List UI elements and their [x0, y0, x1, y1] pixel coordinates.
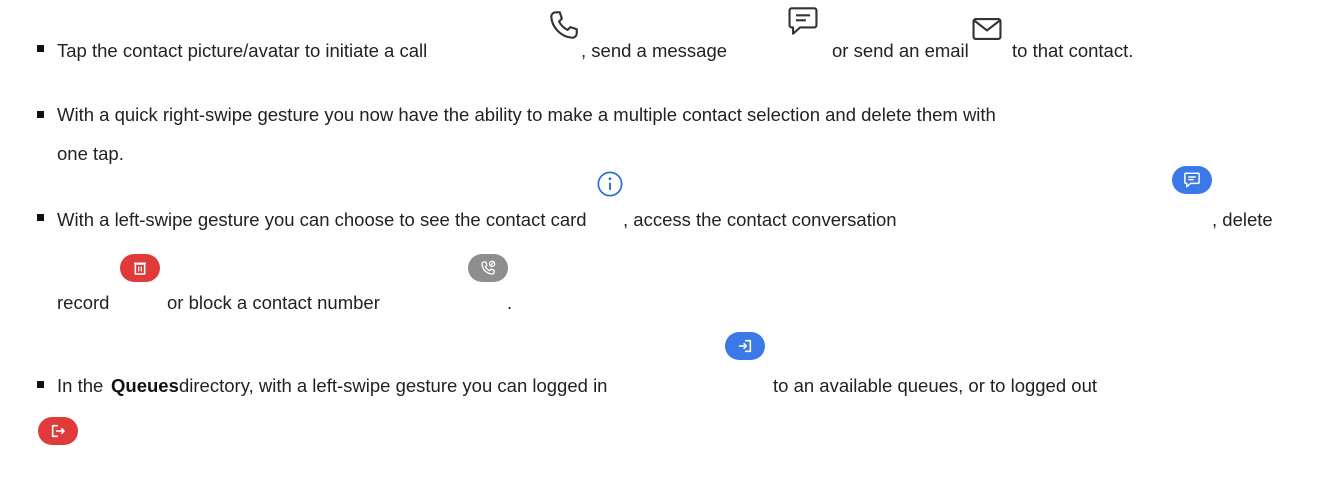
text: Tap the contact picture/avatar to initia…: [57, 40, 428, 61]
text: .: [507, 292, 513, 313]
text: In the: [57, 375, 104, 396]
text: With a quick right-swipe gesture you now…: [57, 104, 996, 125]
text: one tap.: [57, 143, 124, 164]
text: to an available queues, or to logged out: [773, 375, 1097, 396]
bullet-marker: [37, 111, 44, 118]
bullet-marker: [37, 214, 44, 221]
login-icon: [725, 332, 765, 360]
logout-icon: [38, 417, 78, 445]
conversation-icon: [1172, 166, 1212, 194]
queues-label: Queues: [111, 375, 179, 396]
text: , access the contact conversation: [623, 209, 897, 230]
message-icon: [788, 7, 818, 35]
text: With a left-swipe gesture you can choose…: [57, 209, 587, 230]
text: , delete: [1212, 209, 1273, 230]
delete-icon: [120, 254, 160, 282]
info-icon: [597, 171, 623, 197]
block-icon: [468, 254, 508, 282]
email-icon: [972, 18, 1002, 40]
phone-icon: [550, 11, 578, 39]
text: to that contact.: [1012, 40, 1134, 61]
bullet-marker: [37, 381, 44, 388]
text: or send an email: [832, 40, 969, 61]
bullet-marker: [37, 45, 44, 52]
text: directory, with a left-swipe gesture you…: [179, 375, 608, 396]
text: or block a contact number: [167, 292, 380, 313]
text: record: [57, 292, 110, 313]
text: , send a message: [581, 40, 728, 61]
